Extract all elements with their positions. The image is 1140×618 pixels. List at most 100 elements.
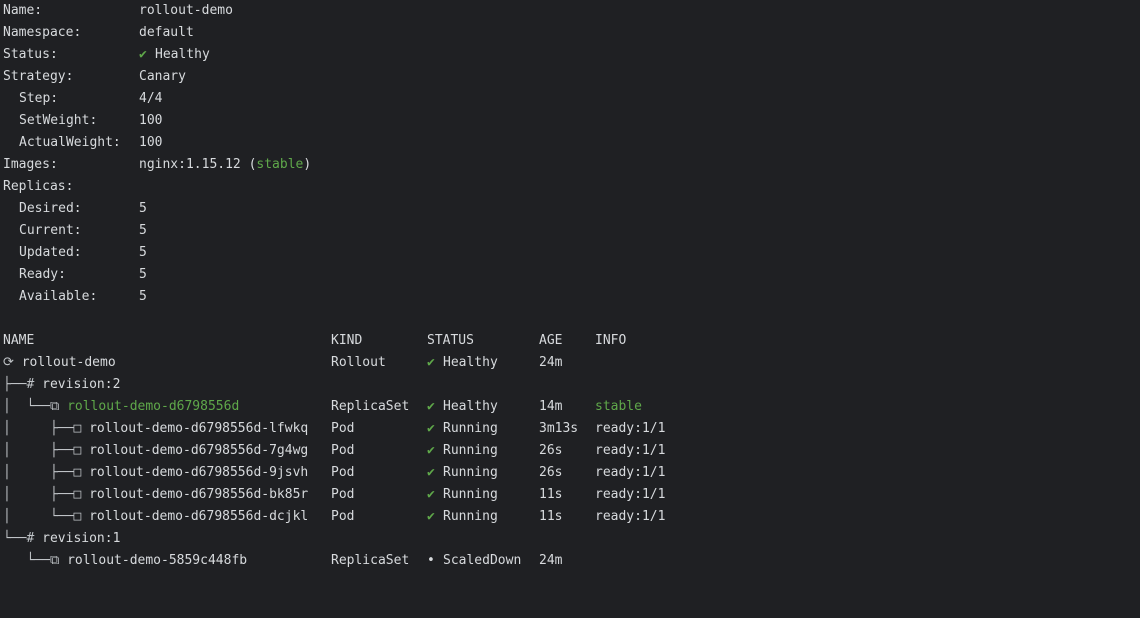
row-name: revision:1: [42, 531, 121, 546]
header-status: STATUS: [427, 333, 474, 348]
row-status: Healthy: [443, 355, 498, 370]
tree-row-name: ⟳ rollout-demo: [3, 352, 116, 374]
images-name: nginx:1.15.12: [139, 157, 241, 172]
table-header-row: NAME KIND STATUS AGE INFO: [3, 330, 626, 352]
header-age: AGE: [539, 333, 563, 348]
tree-row-name: ├──# revision:2: [3, 374, 120, 396]
row-info: ready:1/1: [595, 509, 666, 524]
row-kind: Pod: [331, 443, 355, 458]
tree-row-name: │ └──□ rollout-demo-d6798556d-dcjkl: [3, 506, 308, 528]
summary-images-row: Images: nginx:1.15.12 (stable): [3, 154, 311, 176]
row-kind: Pod: [331, 509, 355, 524]
row-name: revision:2: [42, 377, 121, 392]
updated-value: 5: [139, 245, 147, 260]
summary-setweight-row: SetWeight: 100: [3, 110, 162, 132]
row-status: Running: [443, 487, 498, 502]
header-info: INFO: [595, 333, 627, 348]
row-status: ScaledDown: [443, 553, 522, 568]
row-kind: ReplicaSet: [331, 553, 410, 568]
row-info: stable: [595, 399, 642, 414]
row-status: Running: [443, 443, 498, 458]
updated-label: Updated:: [19, 245, 82, 260]
revision-hash-icon: └──#: [3, 531, 43, 546]
available-label: Available:: [19, 289, 98, 304]
replicas-label: Replicas:: [3, 179, 74, 194]
bullet-icon: •: [427, 553, 435, 568]
images-label: Images:: [3, 157, 58, 172]
row-status: Running: [443, 421, 498, 436]
row-info: ready:1/1: [595, 421, 666, 436]
pod-icon: │ ├──□: [3, 465, 90, 480]
table-row: │ └──□ rollout-demo-d6798556d-dcjkl Pod …: [3, 506, 665, 528]
strategy-value: Canary: [139, 69, 186, 84]
table-row: │ └──⧉ rollout-demo-d6798556d ReplicaSet…: [3, 396, 642, 418]
current-value: 5: [139, 223, 147, 238]
row-name: rollout-demo-d6798556d-7g4wg: [89, 443, 309, 458]
tree-row-name: └──# revision:1: [3, 528, 120, 550]
summary-ready-row: Ready: 5: [3, 264, 147, 286]
row-info: ready:1/1: [595, 465, 666, 480]
setweight-value: 100: [139, 113, 163, 128]
row-name: rollout-demo-d6798556d-dcjkl: [89, 509, 309, 524]
actualweight-value: 100: [139, 135, 163, 150]
summary-desired-row: Desired: 5: [3, 198, 147, 220]
pod-icon: │ ├──□: [3, 421, 90, 436]
row-kind: Pod: [331, 421, 355, 436]
row-status: Healthy: [443, 399, 498, 414]
table-row: │ ├──□ rollout-demo-d6798556d-bk85r Pod …: [3, 484, 665, 506]
actualweight-label: ActualWeight:: [19, 135, 121, 150]
table-row: │ ├──□ rollout-demo-d6798556d-lfwkq Pod …: [3, 418, 665, 440]
summary-namespace-row: Namespace: default: [3, 22, 194, 44]
replicaset-icon: └──⧉: [3, 553, 68, 568]
table-row: │ ├──□ rollout-demo-d6798556d-7g4wg Pod …: [3, 440, 665, 462]
ready-value: 5: [139, 267, 147, 282]
row-age: 3m13s: [539, 421, 579, 436]
summary-name-row: Name: rollout-demo: [3, 0, 233, 22]
replicaset-icon: │ └──⧉: [3, 399, 68, 414]
row-status: Running: [443, 465, 498, 480]
summary-replicas-row: Replicas:: [3, 176, 73, 198]
table-row: └──# revision:1: [3, 528, 120, 550]
setweight-label: SetWeight:: [19, 113, 98, 128]
pod-icon: │ ├──□: [3, 443, 90, 458]
rollout-icon: ⟳: [3, 355, 22, 370]
row-name: rollout-demo-d6798556d: [67, 399, 240, 414]
summary-strategy-row: Strategy: Canary: [3, 66, 186, 88]
pod-icon: │ ├──□: [3, 487, 90, 502]
row-kind: Rollout: [331, 355, 386, 370]
row-age: 11s: [539, 509, 563, 524]
summary-current-row: Current: 5: [3, 220, 147, 242]
check-icon: ✔: [427, 465, 435, 480]
tree-row-name: │ └──⧉ rollout-demo-d6798556d: [3, 396, 239, 418]
row-age: 24m: [539, 553, 563, 568]
summary-available-row: Available: 5: [3, 286, 147, 308]
tree-row-name: │ ├──□ rollout-demo-d6798556d-lfwkq: [3, 418, 308, 440]
summary-actualweight-row: ActualWeight: 100: [3, 132, 162, 154]
terminal-output: Name: rollout-demo Namespace: default St…: [0, 0, 1140, 618]
images-tag: stable: [256, 157, 304, 172]
row-kind: Pod: [331, 487, 355, 502]
row-name: rollout-demo: [21, 355, 116, 370]
status-label: Status:: [3, 47, 58, 62]
row-age: 14m: [539, 399, 563, 414]
row-age: 24m: [539, 355, 563, 370]
row-name: rollout-demo-d6798556d-9jsvh: [89, 465, 309, 480]
namespace-value: default: [139, 25, 194, 40]
header-name: NAME: [3, 333, 35, 348]
row-kind: ReplicaSet: [331, 399, 410, 414]
row-info: ready:1/1: [595, 487, 666, 502]
row-status: Running: [443, 509, 498, 524]
tree-row-name: └──⧉ rollout-demo-5859c448fb: [3, 550, 247, 572]
pod-icon: │ └──□: [3, 509, 90, 524]
check-icon: ✔: [427, 509, 435, 524]
desired-value: 5: [139, 201, 147, 216]
table-row: ├──# revision:2: [3, 374, 120, 396]
ready-label: Ready:: [19, 267, 66, 282]
available-value: 5: [139, 289, 147, 304]
check-icon: ✔: [427, 487, 435, 502]
images-value: nginx:1.15.12 (stable): [139, 154, 311, 176]
tree-row-name: │ ├──□ rollout-demo-d6798556d-bk85r: [3, 484, 308, 506]
row-kind: Pod: [331, 465, 355, 480]
namespace-label: Namespace:: [3, 25, 82, 40]
tree-row-name: │ ├──□ rollout-demo-d6798556d-9jsvh: [3, 462, 308, 484]
